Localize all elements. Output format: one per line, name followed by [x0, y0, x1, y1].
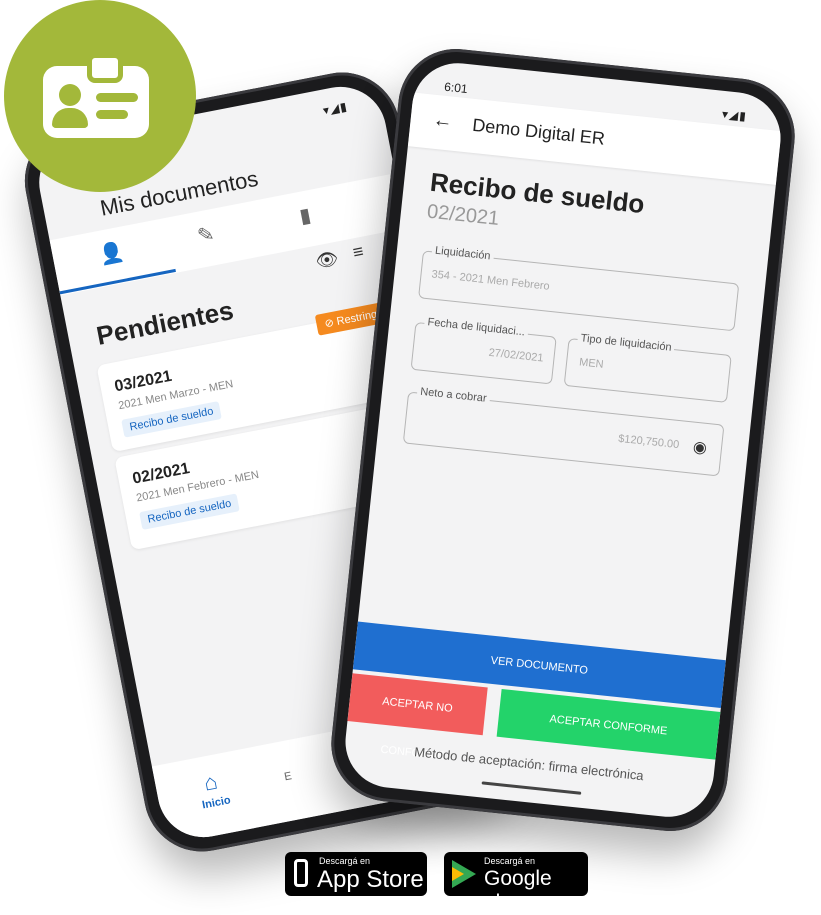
field-value: MEN — [578, 356, 605, 371]
google-play-icon-accent — [452, 867, 464, 881]
fecha-liquidacion-field[interactable]: Fecha de liquidaci... 27/02/2021 — [410, 315, 557, 385]
field-label: Neto a cobrar — [416, 385, 491, 406]
neto-a-cobrar-field[interactable]: Neto a cobrar $120,750.00 ◉ — [402, 385, 725, 477]
store-small-text: Descargá en — [484, 856, 536, 866]
nav-second-label[interactable]: E — [283, 770, 292, 783]
apple-icon — [294, 859, 308, 887]
field-value: 27/02/2021 — [488, 346, 545, 365]
user-clock-icon[interactable]: 👤 — [97, 239, 126, 268]
app-title: Demo Digital ER — [471, 114, 606, 149]
eye-icon[interactable]: 👁 — [314, 248, 340, 273]
tab-indicator — [59, 268, 176, 295]
phone-right: 6:01 ▾◢▮ ← Demo Digital ER Recibo de sue… — [325, 43, 801, 837]
id-card-clip — [87, 53, 123, 83]
status-icons: ▾◢▮ — [321, 99, 349, 118]
nav-home-label[interactable]: Inicio — [201, 794, 231, 811]
store-name: App Store — [317, 866, 424, 893]
id-card-badge — [4, 0, 196, 192]
store-small-text: Descargá en — [319, 856, 371, 866]
field-label: Fecha de liquidaci... — [423, 315, 529, 339]
field-value: 354 - 2021 Men Febrero — [430, 268, 551, 293]
back-arrow-icon[interactable]: ← — [432, 109, 454, 134]
eye-off-icon[interactable]: ◉ — [692, 437, 708, 458]
phone-right-screen: 6:01 ▾◢▮ ← Demo Digital ER Recibo de sue… — [340, 58, 786, 822]
liquidacion-field[interactable]: Liquidación 354 - 2021 Men Febrero — [418, 244, 740, 332]
google-play-badge[interactable]: Descargá en Google play — [444, 852, 588, 914]
document-alert-icon[interactable]: ▮ — [297, 202, 313, 229]
document-edit-icon[interactable]: ✎ — [195, 221, 217, 249]
tipo-liquidacion-field[interactable]: Tipo de liquidación MEN — [563, 332, 732, 403]
home-indicator — [481, 781, 582, 795]
accept-non-conforming-button[interactable]: ACEPTAR NO CONFORME — [347, 673, 488, 762]
filter-icon[interactable]: ≡ — [351, 241, 365, 264]
status-time: 6:01 — [443, 79, 469, 97]
store-name: Google play — [484, 867, 552, 914]
id-card-line — [96, 93, 138, 102]
id-card-avatar-head — [59, 84, 81, 106]
status-icons: ▾◢▮ — [721, 106, 748, 124]
app-store-badge[interactable]: Descargá en App Store — [285, 852, 427, 896]
field-label: Tipo de liquidación — [577, 332, 676, 355]
field-value: $120,750.00 — [617, 432, 680, 452]
home-icon[interactable]: ⌂ — [202, 769, 220, 797]
field-label: Liquidación — [431, 244, 495, 263]
id-card-line — [96, 110, 128, 119]
page-period: 02/2021 — [425, 200, 501, 231]
